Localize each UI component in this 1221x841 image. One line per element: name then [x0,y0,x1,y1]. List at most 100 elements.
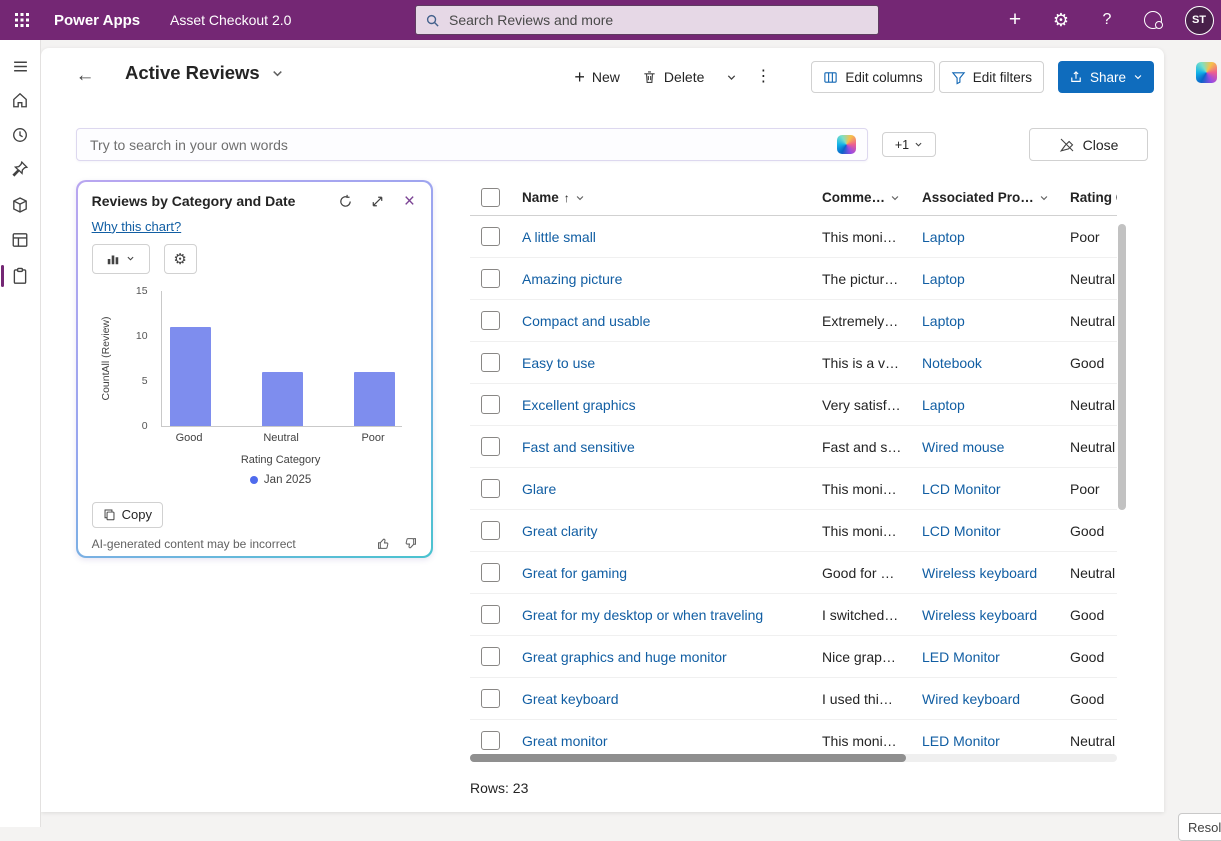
sidebar-item-pages[interactable] [0,260,40,292]
edit-filters-button[interactable]: Edit filters [939,61,1044,93]
column-header-name[interactable]: Name ↑ [514,190,814,205]
record-name-link[interactable]: Great for gaming [522,565,627,581]
table-row[interactable]: A little small This moni… Laptop Poor [470,216,1117,258]
record-name-link[interactable]: Excellent graphics [522,397,636,413]
record-name-link[interactable]: Easy to use [522,355,595,371]
table-row[interactable]: Glare This moni… LCD Monitor Poor [470,468,1117,510]
view-selector[interactable]: Active Reviews [125,62,284,84]
row-checkbox[interactable] [481,437,500,456]
copilot-rail-button[interactable] [1193,59,1219,85]
product-link[interactable]: LED Monitor [922,733,1000,749]
table-row[interactable]: Easy to use This is a v… Notebook Good [470,342,1117,384]
ai-search-box[interactable] [76,128,868,161]
row-checkbox[interactable] [481,479,500,498]
table-row[interactable]: Excellent graphics Very satisf… Laptop N… [470,384,1117,426]
record-name-link[interactable]: Compact and usable [522,313,650,329]
row-checkbox[interactable] [481,395,500,414]
row-checkbox[interactable] [481,563,500,582]
table-row[interactable]: Fast and sensitive Fast and s… Wired mou… [470,426,1117,468]
product-link[interactable]: Laptop [922,397,965,413]
chart-settings-button[interactable]: ⚙ [164,244,197,274]
column-header-rating[interactable]: Rating Ca [1062,190,1117,205]
row-checkbox[interactable] [481,353,500,372]
row-checkbox[interactable] [481,227,500,246]
back-button[interactable]: ← [69,60,101,92]
table-row[interactable]: Great keyboard I used thi… Wired keyboar… [470,678,1117,720]
product-link[interactable]: Wireless keyboard [922,607,1037,623]
table-row[interactable]: Great for gaming Good for … Wireless key… [470,552,1117,594]
product-link[interactable]: Wired mouse [922,439,1004,455]
horizontal-scrollbar-thumb[interactable] [470,754,906,762]
table-row[interactable]: Great monitor This moni… LED Monitor Neu… [470,720,1117,750]
table-row[interactable]: Amazing picture The pictur… Laptop Neutr… [470,258,1117,300]
close-search-button[interactable]: Close [1029,128,1148,161]
record-name-link[interactable]: Great keyboard [522,691,619,707]
edit-columns-button[interactable]: Edit columns [811,61,934,93]
column-header-comments[interactable]: Comme… [814,190,914,205]
sidebar-item-tables[interactable] [0,224,40,256]
add-icon[interactable]: + [999,4,1031,36]
row-checkbox[interactable] [481,689,500,708]
vertical-scrollbar[interactable] [1118,224,1126,510]
product-link[interactable]: LCD Monitor [922,481,1001,497]
share-button[interactable]: Share [1058,61,1154,93]
waffle-menu-icon[interactable] [0,0,44,40]
table-row[interactable]: Great for my desktop or when traveling I… [470,594,1117,636]
record-name-link[interactable]: Great graphics and huge monitor [522,649,727,665]
row-checkbox[interactable] [481,269,500,288]
row-checkbox[interactable] [481,731,500,750]
record-name-link[interactable]: Amazing picture [522,271,622,287]
ai-search-input[interactable] [88,136,829,154]
sidebar-item-apps[interactable] [0,189,40,221]
delete-button[interactable]: Delete [633,61,713,93]
table-row[interactable]: Great graphics and huge monitor Nice gra… [470,636,1117,678]
column-header-product[interactable]: Associated Pro… [914,190,1062,205]
product-link[interactable]: Wireless keyboard [922,565,1037,581]
sidebar-item-home[interactable] [0,84,40,116]
record-name-link[interactable]: Great for my desktop or when traveling [522,607,763,623]
sidebar-item-pinned[interactable] [0,153,40,185]
product-link[interactable]: Laptop [922,271,965,287]
sidebar-item-recent[interactable] [0,119,40,151]
chart-type-dropdown[interactable] [92,244,150,274]
select-all-checkbox[interactable] [481,188,500,207]
row-checkbox[interactable] [481,647,500,666]
record-name-link[interactable]: Fast and sensitive [522,439,635,455]
environment-name[interactable]: Asset Checkout 2.0 [170,0,291,40]
record-name-link[interactable]: A little small [522,229,596,245]
hamburger-menu-button[interactable] [0,50,40,82]
table-row[interactable]: Great clarity This moni… LCD Monitor Goo… [470,510,1117,552]
thumbs-up-button[interactable] [374,535,392,553]
more-suggestions-badge[interactable]: +1 [882,132,936,157]
app-name[interactable]: Power Apps [54,0,140,40]
thumbs-down-button[interactable] [401,535,419,553]
row-checkbox[interactable] [481,521,500,540]
resolve-partial-button[interactable]: Resol… [1178,813,1221,841]
expand-button[interactable] [365,190,389,214]
table-row[interactable]: Compact and usable Extremely… Laptop Neu… [470,300,1117,342]
copilot-icon[interactable] [1137,4,1169,36]
record-name-link[interactable]: Great clarity [522,523,597,539]
row-checkbox[interactable] [481,605,500,624]
help-icon[interactable]: ? [1091,4,1123,36]
global-search[interactable] [415,5,879,35]
product-link[interactable]: Laptop [922,313,965,329]
record-name-link[interactable]: Glare [522,481,556,497]
product-link[interactable]: Laptop [922,229,965,245]
product-link[interactable]: LCD Monitor [922,523,1001,539]
product-link[interactable]: LED Monitor [922,649,1000,665]
row-checkbox[interactable] [481,311,500,330]
product-link[interactable]: Notebook [922,355,982,371]
close-chart-button[interactable]: × [397,190,421,214]
settings-gear-icon[interactable]: ⚙ [1045,4,1077,36]
new-button[interactable]: + New [565,61,629,93]
command-dropdown-chevron[interactable] [717,61,745,93]
account-avatar[interactable]: ST [1183,4,1215,36]
product-link[interactable]: Wired keyboard [922,691,1020,707]
record-name-link[interactable]: Great monitor [522,733,608,749]
why-this-chart-link[interactable]: Why this chart? [92,219,182,234]
more-commands-button[interactable]: ⋮ [749,61,777,93]
refresh-button[interactable] [333,190,357,214]
copy-button[interactable]: Copy [92,502,163,528]
global-search-input[interactable] [447,11,869,29]
